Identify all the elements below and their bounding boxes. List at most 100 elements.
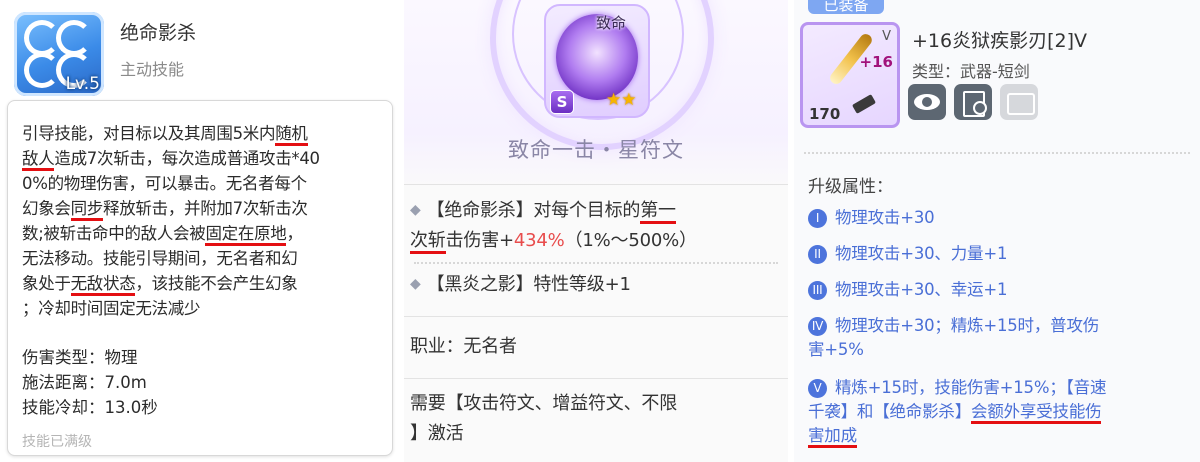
- text-segment: ；冷却时间固定无法减少: [22, 299, 201, 318]
- upgrade-line: III 物理攻击+30、幸运+1: [808, 278, 1194, 302]
- eye-icon: [914, 94, 940, 110]
- upgrade-tier-icon: IV: [808, 317, 827, 336]
- description-line: 无法移动。技能引导期间，无名者和幻: [22, 246, 386, 271]
- skill-type: 主动技能: [120, 60, 185, 79]
- rune-panel: 致命 S ★★ 致命一击・星符文 ◆ 【绝命影杀】对每个目标的第一 次斩击伤害+43…: [404, 0, 788, 462]
- text-segment: 物理攻击+30；精炼+15时，普攻伤: [835, 316, 1100, 335]
- rune-stars-icon: ★★: [606, 90, 637, 110]
- weapon-rank: V: [882, 29, 891, 44]
- skill-stat: 技能冷却：13.0秒: [22, 398, 158, 417]
- upgrade-attributes-label: 升级属性：: [808, 177, 893, 197]
- weapon-name: +16炎狱疾影刃[2]V: [912, 30, 1088, 52]
- underlined-text: 次斩: [410, 230, 446, 254]
- upgrade-item: II 物理攻击+30、力量+1: [808, 242, 1194, 266]
- weapon-panel: 已装备 V +16 170 +16炎狱疾影刃[2]V 类型：武器-短剑 升级属性…: [794, 0, 1200, 462]
- description-line: 敌人造成7次斩击，每次造成普通攻击*40: [22, 146, 386, 171]
- upgrade-item: III 物理攻击+30、幸运+1: [808, 278, 1194, 302]
- document-search-icon: [963, 91, 987, 117]
- skill-stat: 伤害类型：物理: [22, 348, 138, 367]
- text-segment: 0%的物理伤害，可以暴击。无名者每个: [22, 174, 307, 193]
- rune-requirement: 需要【攻击符文、增益符文、不限 】激活: [410, 389, 784, 449]
- upgrade-line: 害加成: [808, 424, 1194, 448]
- text-segment: 精炼+15时，技能伤害+15%；【音速: [835, 378, 1107, 397]
- underlined-text: 敌人: [22, 149, 55, 171]
- inspect-button[interactable]: [954, 84, 992, 120]
- weapon-level: 170: [809, 105, 841, 123]
- rune-title: 致命一击・星符文: [508, 138, 684, 162]
- profession-text: 职业：无名者: [410, 336, 517, 357]
- upgrade-item: IV 物理攻击+30；精炼+15时，普攻伤害+5%: [808, 314, 1194, 362]
- underlined-text: 无敌状态: [70, 274, 136, 296]
- skill-stats: 伤害类型：物理 施法距离：7.0m 技能冷却：13.0秒: [22, 345, 158, 420]
- underlined-text: 第一: [640, 200, 676, 224]
- upgrade-line: I 物理攻击+30: [808, 206, 1194, 230]
- weapon-refine-level: +16: [859, 53, 893, 71]
- skill-name: 绝命影杀: [120, 22, 197, 44]
- tray-icon: [1007, 93, 1035, 115]
- highlight-value: 434%: [513, 230, 565, 251]
- text-segment: 数;被斩击命中的敌人会被: [22, 224, 206, 243]
- underlined-text: 同步: [70, 199, 103, 221]
- upgrade-line: 害+5%: [808, 338, 1194, 362]
- text-segment: ，该技能不会产生幻象: [135, 274, 298, 293]
- underlined-text: 固定在原地: [205, 224, 287, 246]
- rune-effect-1: ◆ 【绝命影杀】对每个目标的第一 次斩击伤害+434%（1%～500%）: [410, 196, 784, 256]
- upgrade-line: IV 物理攻击+30；精炼+15时，普攻伤: [808, 314, 1194, 338]
- rune-grade-badge: S: [550, 90, 574, 114]
- text-segment: 释放斩击，并附加7次斩击次: [103, 199, 308, 218]
- skill-stat: 施法距离：7.0m: [22, 373, 147, 392]
- description-line: ；冷却时间固定无法减少: [22, 296, 386, 321]
- diamond-bullet-icon: ◆: [410, 202, 421, 218]
- text-segment: 引导技能，对目标以及其周围5米内: [22, 124, 276, 143]
- text-segment: 物理攻击+30: [835, 208, 935, 227]
- upgrade-line: II 物理攻击+30、力量+1: [808, 242, 1194, 266]
- underlined-text: 会额外享受技能伤: [971, 402, 1102, 424]
- divider: [404, 316, 788, 317]
- skill-description-box: 引导技能，对目标以及其周围5米内随机 敌人造成7次斩击，每次造成普通攻击*40 0%…: [7, 100, 393, 456]
- text-segment: 象处于: [22, 274, 71, 293]
- requirement-line: 】激活: [410, 423, 464, 444]
- dagger-hilt: [851, 94, 877, 114]
- text-segment: 千袭】和【绝命影杀】: [808, 402, 972, 421]
- skill-icon[interactable]: Lv.5: [14, 12, 104, 96]
- upgrade-line: 千袭】和【绝命影杀】会额外享受技能伤: [808, 400, 1194, 424]
- weapon-icon[interactable]: V +16 170: [800, 22, 900, 128]
- upgrade-tier-icon: III: [808, 281, 827, 300]
- divider: [804, 152, 1190, 154]
- text-segment: ，: [286, 224, 303, 243]
- upgrade-item: I 物理攻击+30: [808, 206, 1194, 230]
- description-line: 数;被斩击命中的敌人会被固定在原地，: [22, 221, 386, 246]
- text-segment: 击伤害+: [445, 230, 514, 251]
- equipped-tab[interactable]: 已装备: [808, 0, 884, 14]
- upgrade-tier-icon: V: [808, 379, 827, 398]
- text-segment: 无法移动。技能引导期间，无名者和幻: [22, 249, 298, 268]
- upgrade-tier-icon: II: [808, 245, 827, 264]
- text-segment: 【绝命影杀】对每个目标的: [426, 200, 641, 221]
- skill-max-level-note: 技能已满级: [22, 434, 92, 450]
- rune-effect-2: ◆ 【黑炎之影】特性等级+1: [410, 270, 784, 300]
- diamond-bullet-icon: ◆: [410, 276, 421, 292]
- description-line: 幻象会同步释放斩击，并附加7次斩击次: [22, 196, 386, 221]
- rune-badge: 致命: [596, 14, 627, 32]
- skill-level: Lv.5: [65, 74, 100, 94]
- weapon-type: 类型：武器-短剑: [912, 62, 1030, 81]
- rune-effect-line: 次斩击伤害+434%（1%～500%）: [410, 226, 784, 256]
- upgrade-item: V 精炼+15时，技能伤害+15%；【音速千袭】和【绝命影杀】会额外享受技能伤 害加…: [808, 376, 1194, 448]
- rune-effect-2-text: 【黑炎之影】特性等级+1: [426, 274, 631, 295]
- description-line: 引导技能，对目标以及其周围5米内随机: [22, 121, 386, 146]
- text-segment: 造成7次斩击，每次造成普通攻击*40: [54, 149, 320, 168]
- skill-panel: Lv.5 绝命影杀 主动技能 引导技能，对目标以及其周围5米内随机 敌人造成7次斩…: [0, 0, 400, 462]
- text-segment: 幻象会: [22, 199, 71, 218]
- rune-icon[interactable]: 致命 S ★★: [544, 4, 650, 118]
- divider: [404, 184, 788, 185]
- divider: [404, 378, 788, 379]
- text-segment: （1%～500%）: [564, 230, 697, 251]
- upgrade-line: V 精炼+15时，技能伤害+15%；【音速: [808, 376, 1194, 400]
- text-segment: 物理攻击+30、幸运+1: [835, 280, 1008, 299]
- view-button[interactable]: [908, 84, 946, 120]
- upgrade-list: I 物理攻击+30 II 物理攻击+30、力量+1 III 物理攻击+30、幸运+1 IV 物…: [808, 206, 1194, 448]
- tray-button[interactable]: [1000, 84, 1038, 120]
- divider: [414, 262, 778, 264]
- rune-effect-line: ◆ 【绝命影杀】对每个目标的第一: [410, 196, 784, 226]
- underlined-text: 随机: [275, 124, 308, 146]
